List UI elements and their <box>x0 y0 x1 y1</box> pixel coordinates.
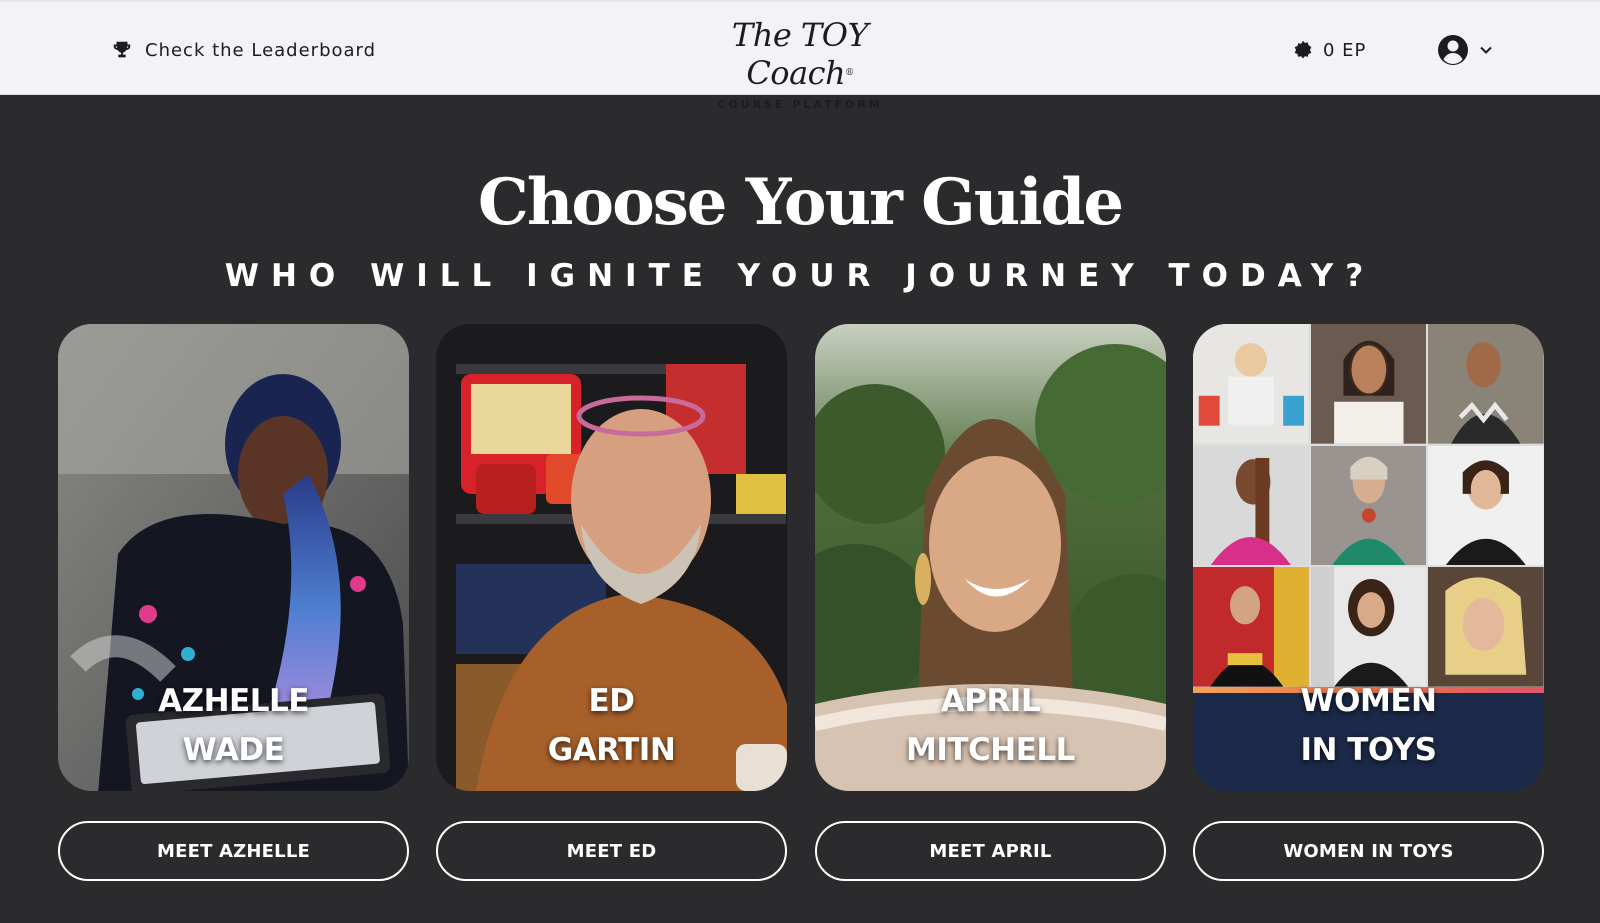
chevron-down-icon <box>1480 46 1492 54</box>
guide-name-line1: APRIL <box>940 683 1041 719</box>
guide-name: APRIL MITCHELL <box>815 677 1166 775</box>
photo-collage <box>1193 324 1544 687</box>
collage-photo <box>1428 445 1544 566</box>
meet-april-button[interactable]: MEET APRIL <box>815 821 1166 881</box>
leaderboard-link[interactable]: Check the Leaderboard <box>111 38 376 62</box>
collage-photo <box>1310 445 1427 566</box>
guide-card-ed[interactable]: ED GARTIN <box>436 324 787 791</box>
logo-subtitle: COURSE PLATFORM <box>717 98 883 111</box>
guide-card-women-in-toys[interactable]: WOMEN IN TOYS <box>1193 324 1544 791</box>
page-title: Choose Your Guide <box>477 165 1124 240</box>
guide-name-line2: WADE <box>182 732 285 768</box>
ep-value: 0 EP <box>1323 39 1367 61</box>
guide-name-line2: GARTIN <box>547 732 676 768</box>
collage-photo <box>1193 324 1309 444</box>
guide-name: ED GARTIN <box>436 677 787 775</box>
page-subtitle: WHO WILL IGNITE YOUR JOURNEY TODAY? <box>224 258 1376 294</box>
experience-points[interactable]: 0 EP <box>1293 38 1366 62</box>
meet-ed-button[interactable]: MEET ED <box>436 821 787 881</box>
guide-card-april[interactable]: APRIL MITCHELL <box>815 324 1166 791</box>
collage-photo <box>1193 445 1309 566</box>
badge-icon <box>1294 40 1312 59</box>
collage-photo <box>1310 324 1427 444</box>
collage-photo <box>1428 324 1544 444</box>
top-bar: Check the Leaderboard The TOY Coach® COU… <box>0 0 1600 111</box>
meet-azhelle-button[interactable]: MEET AZHELLE <box>58 821 409 881</box>
guide-name-line2: IN TOYS <box>1300 732 1437 768</box>
leaderboard-label: Check the Leaderboard <box>145 39 377 61</box>
user-menu[interactable] <box>1437 34 1493 66</box>
guide-name-line1: ED <box>588 683 635 719</box>
guide-name-line1: AZHELLE <box>158 683 309 719</box>
trophy-icon <box>113 41 131 58</box>
collage-photo <box>1310 567 1427 687</box>
guide-name-line1: WOMEN <box>1300 683 1437 719</box>
guide-name-line2: MITCHELL <box>906 732 1075 768</box>
user-circle-icon <box>1438 35 1468 65</box>
guide-card-azhelle[interactable]: AZHELLE WADE <box>58 324 409 791</box>
guide-name: WOMEN IN TOYS <box>1193 677 1544 775</box>
women-in-toys-button[interactable]: WOMEN IN TOYS <box>1193 821 1544 881</box>
app-logo[interactable]: The TOY Coach® COURSE PLATFORM <box>690 16 910 111</box>
collage-photo <box>1428 567 1544 687</box>
guide-name: AZHELLE WADE <box>58 677 409 775</box>
collage-photo <box>1193 567 1309 687</box>
logo-wordmark: The TOY Coach® <box>731 16 869 92</box>
